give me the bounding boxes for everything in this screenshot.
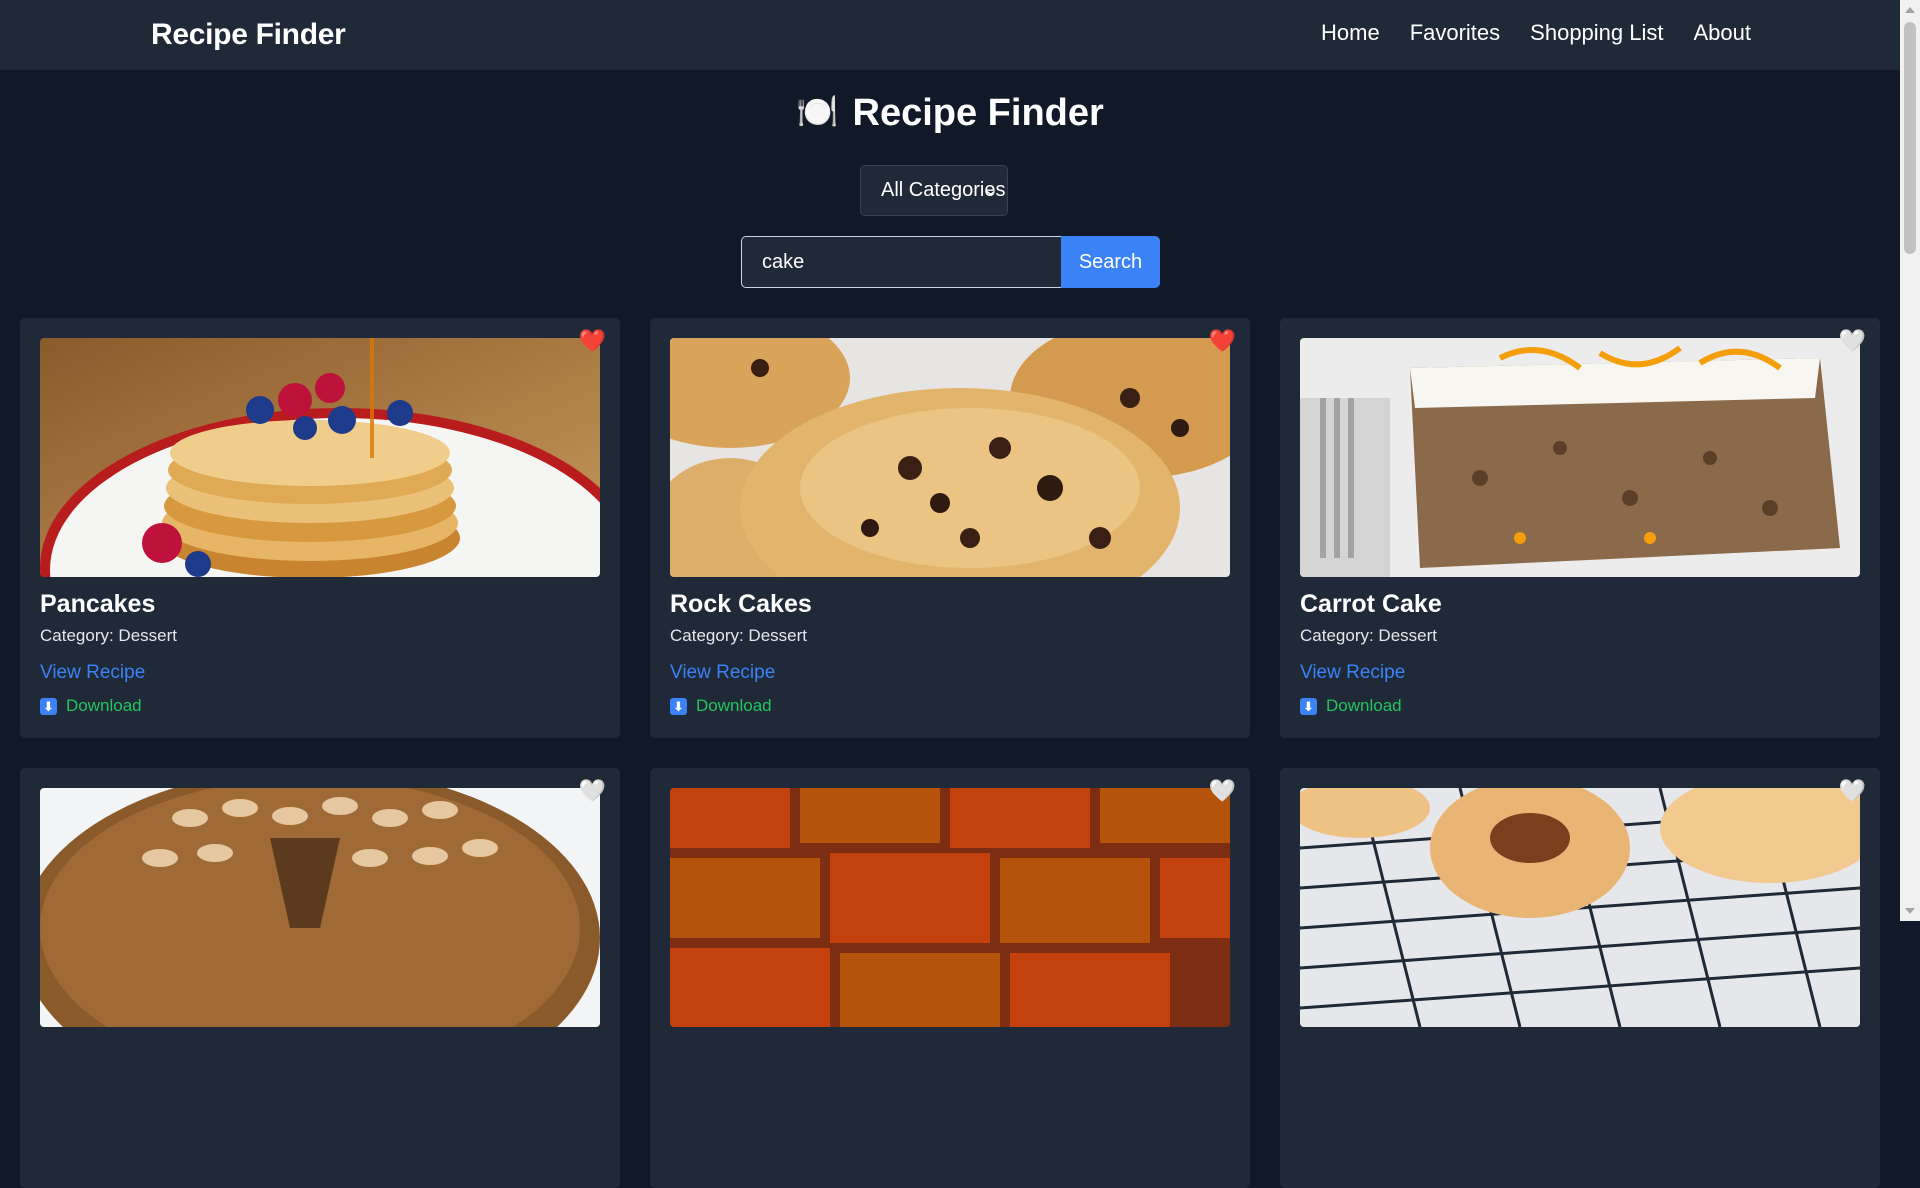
download-label: Download: [66, 696, 142, 715]
recipe-category: Category: Dessert: [1300, 626, 1437, 645]
favorite-heart-icon[interactable]: ❤️: [1209, 330, 1236, 352]
page-title: 🍽️ Recipe Finder: [0, 92, 1900, 135]
carrot-cake-photo: [1300, 338, 1860, 577]
favorite-heart-icon[interactable]: ❤️: [579, 330, 606, 352]
recipe-card: 🤍: [650, 768, 1250, 1188]
category-select[interactable]: All Categories ⌄: [860, 165, 1008, 216]
recipe-title: Carrot Cake: [1300, 590, 1442, 618]
almond-cake-photo: [40, 788, 600, 1027]
favorite-heart-icon[interactable]: 🤍: [1209, 780, 1236, 802]
download-icon: ⬇: [670, 697, 687, 715]
download-label: Download: [696, 696, 772, 715]
recipe-card: ❤️ Rock Cakes Category: Dessert View Rec…: [650, 318, 1250, 738]
brownies-photo: [670, 788, 1230, 1027]
recipe-category: Category: Dessert: [40, 626, 177, 645]
view-recipe-link[interactable]: View Recipe: [1300, 662, 1405, 684]
rock-cakes-photo: [670, 338, 1230, 577]
download-icon: ⬇: [1300, 697, 1317, 715]
scroll-thumb[interactable]: [1904, 22, 1916, 254]
download-link[interactable]: ⬇ Download: [1300, 696, 1402, 716]
favorite-heart-icon[interactable]: 🤍: [579, 780, 606, 802]
recipe-title: Rock Cakes: [670, 590, 812, 618]
view-recipe-link[interactable]: View Recipe: [40, 662, 145, 684]
plate-icon: 🍽️: [796, 93, 839, 131]
recipe-card: 🤍: [1280, 768, 1880, 1188]
recipe-card: 🤍: [20, 768, 620, 1188]
search-input-value: cake: [762, 250, 805, 273]
nav-home[interactable]: Home: [1321, 20, 1380, 46]
scroll-up-icon[interactable]: [1905, 7, 1915, 13]
search-button[interactable]: Search: [1061, 236, 1160, 288]
nav-about[interactable]: About: [1694, 20, 1752, 46]
download-link[interactable]: ⬇ Download: [670, 696, 772, 716]
recipe-title: Pancakes: [40, 590, 156, 618]
pancakes-photo: [40, 338, 600, 577]
nav-links: Home Favorites Shopping List About: [1321, 20, 1751, 46]
recipe-card: ❤️ Pancakes Category: Dessert View Recip…: [20, 318, 620, 738]
view-recipe-link[interactable]: View Recipe: [670, 662, 775, 684]
recipe-category: Category: Dessert: [670, 626, 807, 645]
recipe-card: 🤍 Carrot Cake Category: Dessert View Rec…: [1280, 318, 1880, 738]
favorite-heart-icon[interactable]: 🤍: [1839, 330, 1866, 352]
favorite-heart-icon[interactable]: 🤍: [1839, 780, 1866, 802]
download-link[interactable]: ⬇ Download: [40, 696, 142, 716]
navbar: Recipe Finder Home Favorites Shopping Li…: [0, 0, 1900, 70]
brand-logo[interactable]: Recipe Finder: [151, 18, 346, 52]
page-scrollbar[interactable]: [1900, 0, 1920, 921]
download-icon: ⬇: [40, 697, 57, 715]
search-input[interactable]: cake: [741, 236, 1061, 288]
page-title-text: Recipe Finder: [852, 92, 1104, 134]
nav-shopping-list[interactable]: Shopping List: [1530, 20, 1663, 46]
download-label: Download: [1326, 696, 1402, 715]
chevron-down-icon: ⌄: [981, 182, 1000, 199]
scroll-down-icon[interactable]: [1905, 908, 1915, 914]
nav-favorites[interactable]: Favorites: [1410, 20, 1500, 46]
pastry-photo: [1300, 788, 1860, 1027]
